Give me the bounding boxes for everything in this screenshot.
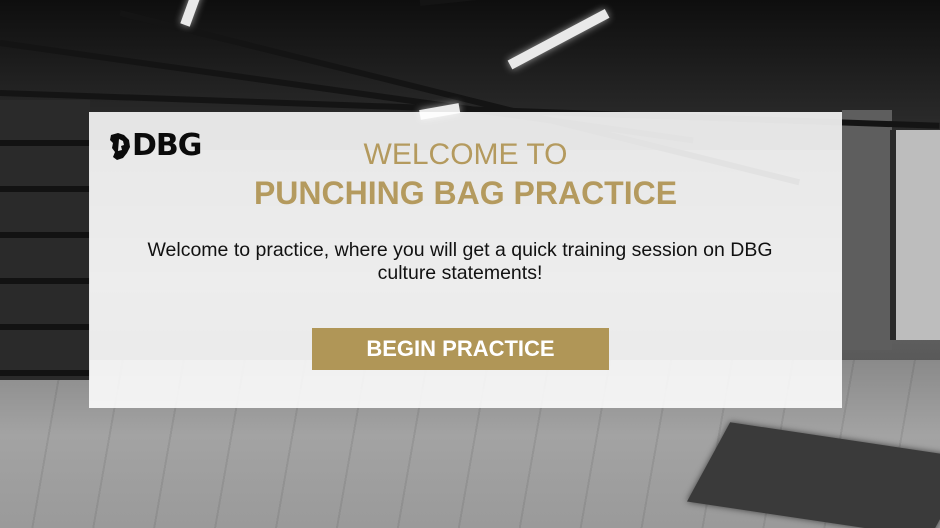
practice-title: PUNCHING BAG PRACTICE (253, 175, 678, 211)
welcome-description: Welcome to practice, where you will get … (147, 239, 773, 284)
begin-practice-button[interactable]: BEGIN PRACTICE (312, 328, 609, 370)
welcome-heading: WELCOME TO (363, 138, 568, 171)
